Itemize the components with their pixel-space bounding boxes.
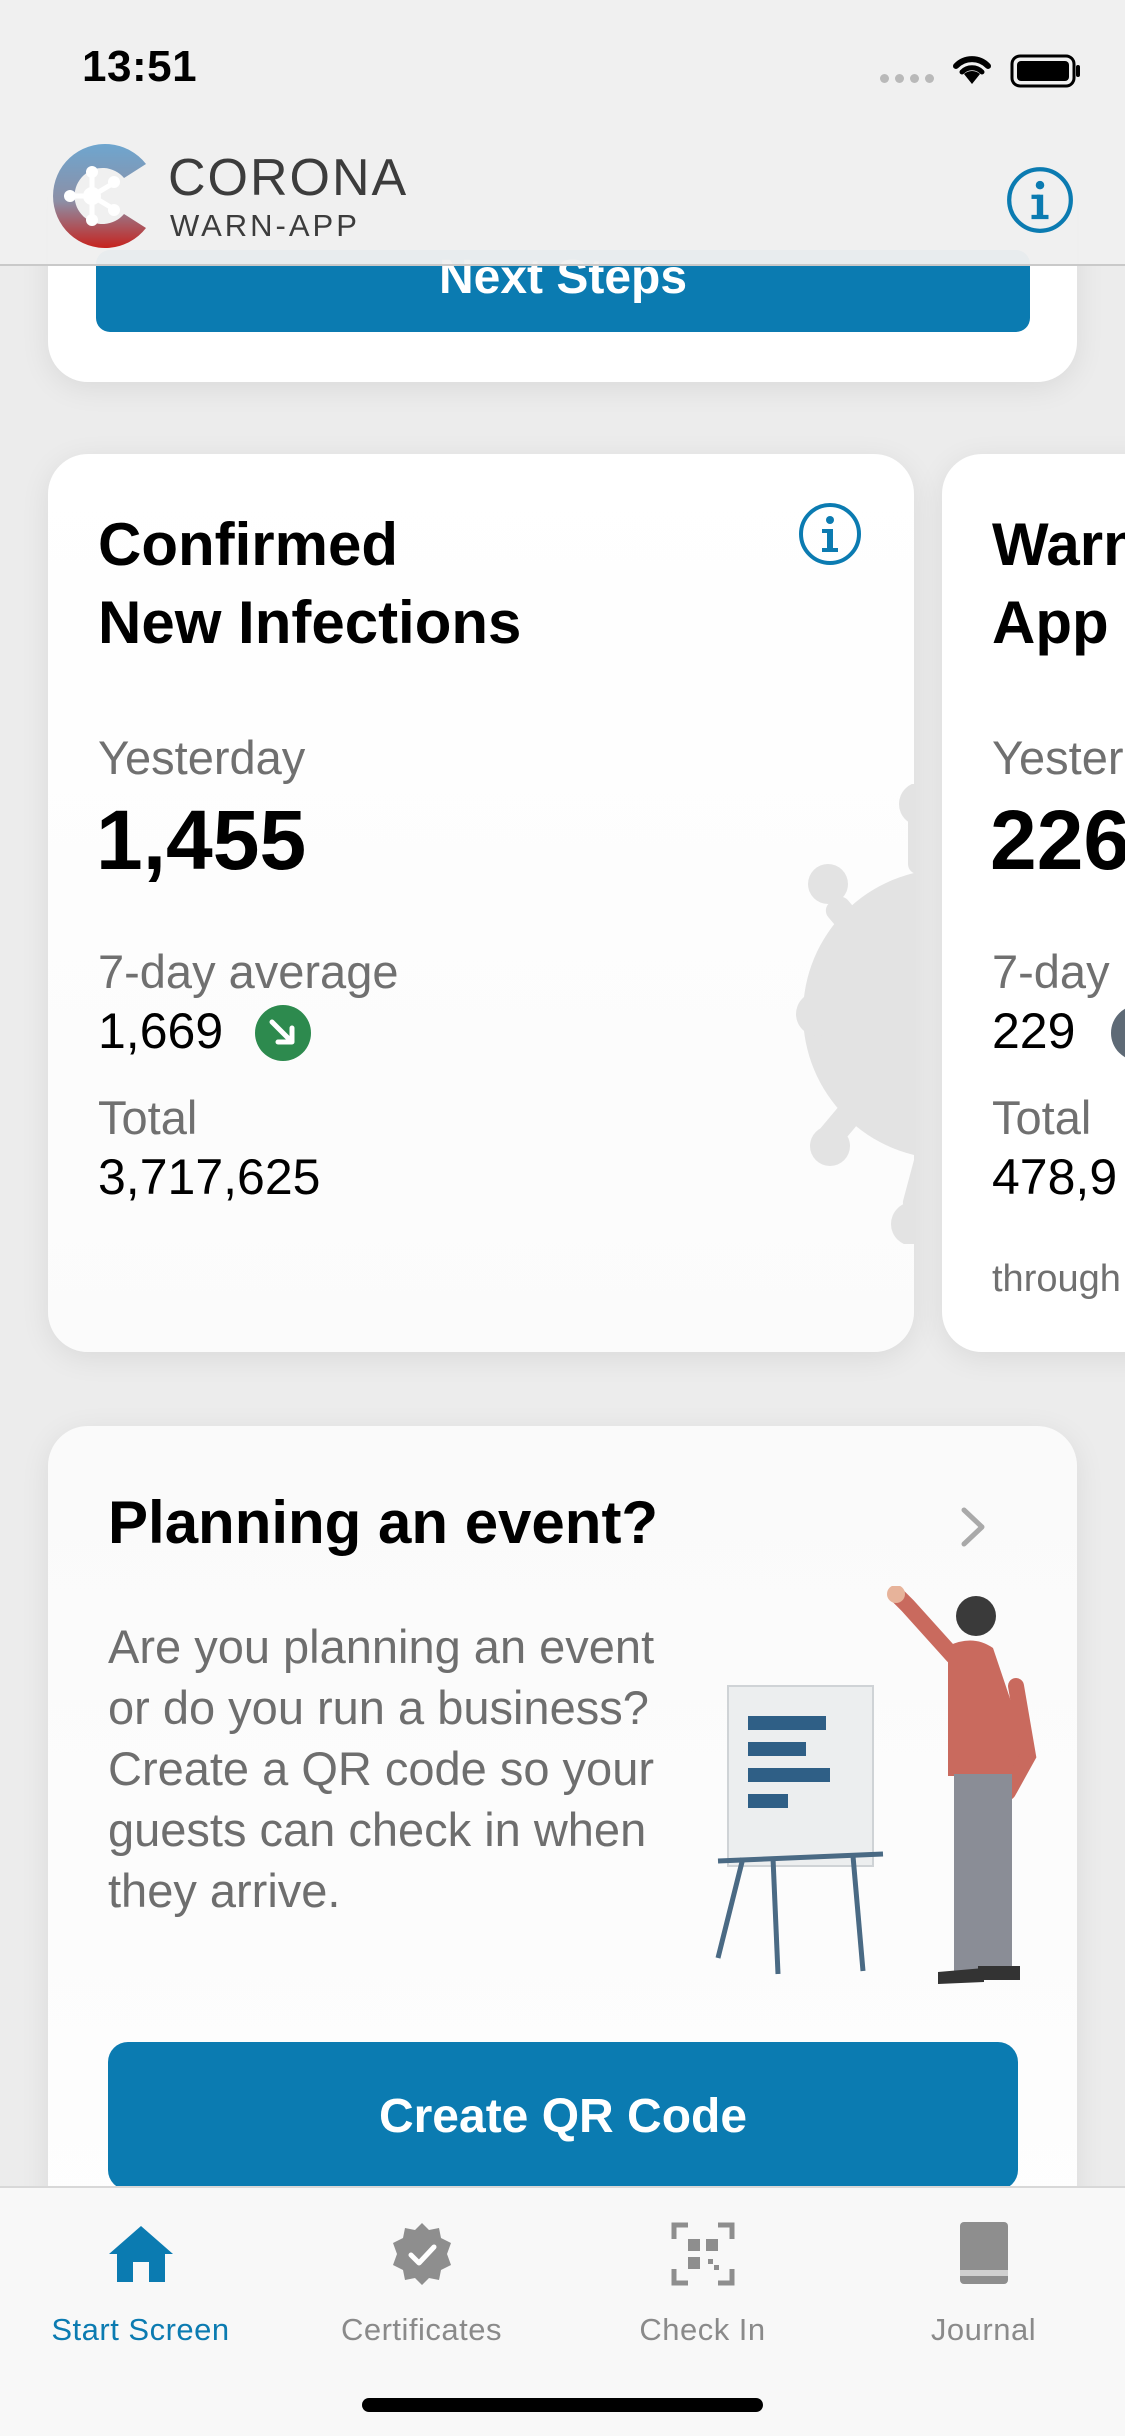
warn-average-value: 229 xyxy=(992,1003,1076,1059)
tab-label: Journal xyxy=(930,2312,1037,2347)
tab-label: Certificates xyxy=(340,2312,503,2347)
tab-journal[interactable]: Journal xyxy=(843,2214,1124,2348)
event-card-title: Planning an event? xyxy=(108,1489,659,1556)
warn-total-value: 478,9 xyxy=(992,1149,1118,1205)
total-label: Total xyxy=(98,1091,198,1144)
warn-footnote: through xyxy=(992,1258,1121,1300)
book-icon xyxy=(959,2222,1008,2284)
infections-card-title: Confirmed New Infections xyxy=(98,511,522,656)
seven-day-average-value: 1,669 xyxy=(98,1003,224,1059)
tab-certificates[interactable]: Certificates xyxy=(281,2214,562,2348)
yesterday-label: Yesterday xyxy=(98,731,306,784)
home-indicator[interactable] xyxy=(362,2398,763,2412)
tab-label: Start Screen xyxy=(51,2312,230,2347)
brand-name-line1: CORONA xyxy=(168,149,409,207)
info-icon[interactable] xyxy=(798,502,862,566)
home-screen: Next Steps Confirmed New Infections Yest… xyxy=(0,0,1125,2436)
status-time: 13:51 xyxy=(82,42,198,91)
create-qr-code-label: Create QR Code xyxy=(378,2089,748,2143)
house-icon xyxy=(108,2226,173,2282)
tab-label: Check In xyxy=(639,2312,766,2347)
event-card-description: Are you planning an event or do you run … xyxy=(108,1620,655,1917)
infections-statistics-card[interactable]: Confirmed New Infections Yesterday 1,455… xyxy=(48,454,914,1352)
trend-stable-icon xyxy=(1111,1008,1125,1058)
status-bar: 13:51 xyxy=(0,0,1125,132)
brand-name-line2: WARN-APP xyxy=(170,208,360,243)
cellular-signal-icon xyxy=(880,74,934,83)
qr-scan-icon xyxy=(671,2222,734,2286)
trend-down-arrow-icon xyxy=(255,1005,311,1061)
corona-warn-app-logo-icon xyxy=(53,144,146,248)
warn-yesterday-value: 226 xyxy=(990,793,1125,887)
create-qr-code-button[interactable]: Create QR Code xyxy=(108,2042,1018,2190)
warn-card-title: Warn App xyxy=(992,511,1125,656)
warn-average-label: 7-day xyxy=(992,945,1110,998)
battery-icon xyxy=(1010,54,1080,88)
chevron-right-icon[interactable] xyxy=(958,1506,988,1548)
yesterday-value: 1,455 xyxy=(96,793,307,887)
tab-start-screen[interactable]: Start Screen xyxy=(0,2214,281,2348)
info-icon[interactable] xyxy=(1006,166,1074,234)
warn-total-label: Total xyxy=(992,1091,1092,1144)
presenter-illustration-icon xyxy=(715,1586,1037,1984)
certificate-badge-icon xyxy=(392,2223,451,2285)
seven-day-average-label: 7-day average xyxy=(98,945,399,998)
warn-app-statistics-card[interactable]: Warn App Yester 226 7-day 229 Total 478,… xyxy=(942,454,1125,1352)
wifi-icon xyxy=(953,56,991,84)
virus-illustration-icon xyxy=(796,784,914,1244)
tab-check-in[interactable]: Check In xyxy=(562,2214,843,2348)
warn-yesterday-label: Yester xyxy=(992,731,1124,784)
total-value: 3,717,625 xyxy=(98,1149,321,1205)
